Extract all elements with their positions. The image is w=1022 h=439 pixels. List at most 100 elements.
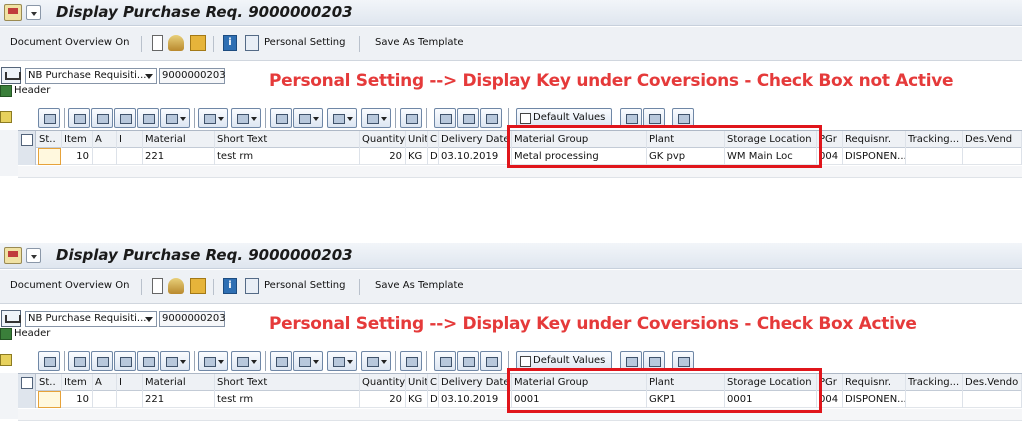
copy-icon[interactable] <box>434 108 456 128</box>
col-pgr[interactable]: PGr <box>817 374 843 391</box>
header-label[interactable]: Header <box>14 328 50 339</box>
document-overview-button[interactable]: Document Overview On <box>10 280 129 291</box>
export-icon[interactable] <box>327 351 357 371</box>
cart-icon[interactable] <box>1 67 21 84</box>
save-as-template-button[interactable]: Save As Template <box>375 37 464 48</box>
cart-icon[interactable] <box>1 310 21 327</box>
header-expand-icon[interactable] <box>0 328 12 340</box>
filter-icon[interactable] <box>160 108 190 128</box>
col-material[interactable]: Material <box>143 374 215 391</box>
col-a[interactable]: A <box>93 131 117 148</box>
filter-icon[interactable] <box>160 351 190 371</box>
col-quantity[interactable]: Quantity <box>360 131 406 148</box>
col-item[interactable]: Item <box>62 131 93 148</box>
document-icon[interactable] <box>152 35 163 51</box>
info-icon[interactable] <box>400 351 422 371</box>
col-quantity[interactable]: Quantity <box>360 374 406 391</box>
columns-icon[interactable] <box>620 108 642 128</box>
default-values-button[interactable]: Default Values <box>516 351 612 371</box>
status-cell[interactable] <box>38 391 61 408</box>
save-as-template-button[interactable]: Save As Template <box>375 280 464 291</box>
subtotal-icon[interactable] <box>231 351 261 371</box>
col-material-group[interactable]: Material Group <box>512 374 647 391</box>
chevron-down-icon[interactable] <box>143 70 155 82</box>
col-status[interactable]: St.. <box>37 131 62 148</box>
document-icon[interactable] <box>152 278 163 294</box>
subtotal-icon[interactable] <box>231 108 261 128</box>
layout-icon[interactable] <box>361 108 391 128</box>
col-material-group[interactable]: Material Group <box>512 131 647 148</box>
sum-icon[interactable] <box>198 108 228 128</box>
col-storage-location[interactable]: Storage Location <box>725 374 817 391</box>
views-icon[interactable] <box>293 108 323 128</box>
sort-descending-icon[interactable] <box>91 108 113 128</box>
col-des-vendor[interactable]: Des.Vendo <box>963 374 1022 391</box>
personal-setting-button[interactable]: Personal Setting <box>264 280 346 291</box>
glasses-icon[interactable] <box>168 278 184 294</box>
col-item[interactable]: Item <box>62 374 93 391</box>
color-wheel-icon[interactable] <box>672 351 694 371</box>
document-number-field[interactable]: 9000000203 <box>159 311 226 327</box>
find-next-icon[interactable] <box>137 108 159 128</box>
title-menu-dropdown[interactable] <box>26 248 41 263</box>
find-icon[interactable] <box>114 351 136 371</box>
col-delivery-date[interactable]: Delivery Date <box>439 374 512 391</box>
col-storage-location[interactable]: Storage Location <box>725 131 817 148</box>
details-icon[interactable] <box>38 108 60 128</box>
col-c[interactable]: C <box>428 131 439 148</box>
header-label[interactable]: Header <box>14 85 50 96</box>
document-overview-button[interactable]: Document Overview On <box>10 37 129 48</box>
personal-setting-icon[interactable] <box>245 278 259 294</box>
columns-icon[interactable] <box>620 351 642 371</box>
info-icon[interactable]: i <box>223 35 237 51</box>
delete-icon[interactable] <box>480 108 502 128</box>
paste-icon[interactable] <box>457 351 479 371</box>
col-tracking[interactable]: Tracking... <box>906 131 963 148</box>
col-tracking[interactable]: Tracking... <box>906 374 963 391</box>
folder-icon[interactable] <box>190 35 206 51</box>
paste-icon[interactable] <box>457 108 479 128</box>
row-selector[interactable] <box>18 391 36 408</box>
delete-icon[interactable] <box>480 351 502 371</box>
info-icon[interactable] <box>400 108 422 128</box>
col-pgr[interactable]: PGr <box>817 131 843 148</box>
personal-setting-icon[interactable] <box>245 35 259 51</box>
find-next-icon[interactable] <box>137 351 159 371</box>
select-all-icon[interactable] <box>18 131 36 148</box>
col-unit[interactable]: Unit <box>406 131 428 148</box>
color-wheel-icon[interactable] <box>672 108 694 128</box>
glasses-icon[interactable] <box>168 35 184 51</box>
transaction-icon[interactable] <box>4 247 22 264</box>
col-plant[interactable]: Plant <box>647 374 725 391</box>
table-row[interactable]: 10 221 test rm 20 KG D 03.10.2019 0001 G… <box>18 391 1022 408</box>
sort-ascending-icon[interactable] <box>68 351 90 371</box>
document-type-select[interactable]: NB Purchase Requisiti... <box>25 311 157 327</box>
item-overview-expand-icon[interactable] <box>0 354 12 366</box>
settings-icon[interactable] <box>643 108 665 128</box>
col-i[interactable]: I <box>117 374 143 391</box>
default-values-button[interactable]: Default Values <box>516 108 612 128</box>
print-icon[interactable] <box>270 351 292 371</box>
select-all-icon[interactable] <box>18 374 36 391</box>
col-plant[interactable]: Plant <box>647 131 725 148</box>
folder-icon[interactable] <box>190 278 206 294</box>
col-material[interactable]: Material <box>143 131 215 148</box>
col-i[interactable]: I <box>117 131 143 148</box>
col-requisnr[interactable]: Requisnr. <box>843 131 906 148</box>
document-number-field[interactable]: 9000000203 <box>159 68 226 84</box>
sort-ascending-icon[interactable] <box>68 108 90 128</box>
col-a[interactable]: A <box>93 374 117 391</box>
item-overview-expand-icon[interactable] <box>0 111 12 123</box>
details-icon[interactable] <box>38 351 60 371</box>
find-icon[interactable] <box>114 108 136 128</box>
views-icon[interactable] <box>293 351 323 371</box>
title-menu-dropdown[interactable] <box>26 5 41 20</box>
row-selector[interactable] <box>18 148 36 165</box>
export-icon[interactable] <box>327 108 357 128</box>
col-requisnr[interactable]: Requisnr. <box>843 374 906 391</box>
col-des-vendor[interactable]: Des.Vend <box>963 131 1022 148</box>
transaction-icon[interactable] <box>4 4 22 21</box>
col-short-text[interactable]: Short Text <box>215 131 360 148</box>
col-short-text[interactable]: Short Text <box>215 374 360 391</box>
document-type-select[interactable]: NB Purchase Requisiti... <box>25 68 157 84</box>
